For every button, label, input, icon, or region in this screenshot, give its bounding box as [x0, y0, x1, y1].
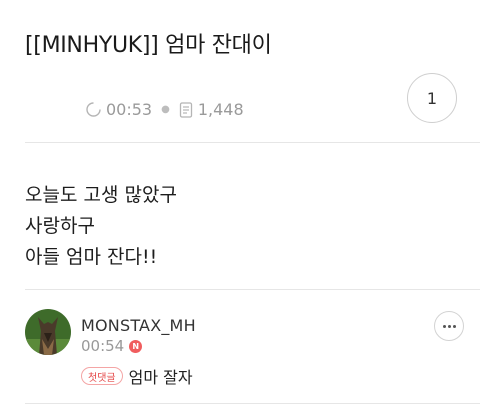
first-comment-tag: 첫댓글 — [81, 367, 123, 385]
avatar[interactable] — [25, 309, 71, 355]
comment-text: 엄마 잘자 — [128, 368, 193, 387]
comment-content: 첫댓글 엄마 잘자 — [81, 364, 193, 388]
comment-meta: 00:54 N — [81, 337, 143, 355]
like-button[interactable]: 1 — [407, 73, 457, 123]
post-title: [[MINHYUK]] 엄마 잔대이 — [25, 33, 272, 58]
divider — [25, 403, 480, 404]
comment-time: 00:54 — [81, 337, 125, 355]
document-icon — [179, 101, 193, 118]
post-body-line: 아들 엄마 잔다!! — [25, 246, 158, 268]
clock-icon — [85, 101, 102, 118]
new-badge: N — [129, 339, 143, 353]
post-body-line: 오늘도 고생 많았구 — [25, 184, 177, 206]
post-duration: 00:53 — [106, 100, 153, 119]
divider — [25, 142, 480, 143]
post-views: 1,448 — [197, 100, 244, 119]
post-body: 오늘도 고생 많았구 사랑하구 아들 엄마 잔다!! — [25, 180, 177, 273]
more-options-icon[interactable] — [434, 311, 464, 341]
meta-separator: ● — [161, 104, 170, 115]
comment-author[interactable]: MONSTAX_MH — [81, 316, 196, 335]
divider — [25, 289, 480, 290]
post-body-line: 사랑하구 — [25, 215, 95, 237]
post-meta: 00:53 ● 1,448 — [85, 100, 244, 119]
